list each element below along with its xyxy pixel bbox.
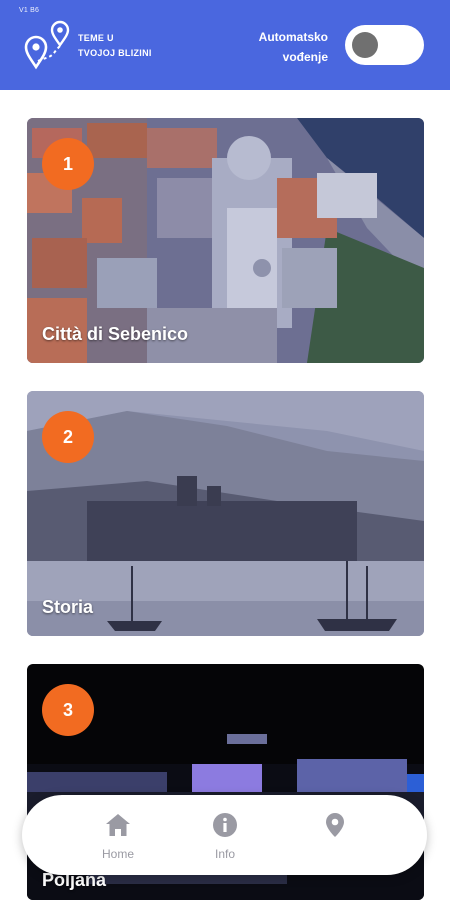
topic-card-2[interactable]: 2 Storia — [27, 391, 424, 636]
topic-number-badge: 1 — [42, 138, 94, 190]
version-label: V1 B6 — [19, 7, 40, 14]
topic-card-1[interactable]: 1 Città di Sebenico — [27, 118, 424, 363]
auto-guide-label: Automatsko vođenje — [258, 30, 328, 64]
nav-info[interactable]: Info — [190, 811, 260, 863]
nav-home-label: Home — [101, 847, 134, 861]
nearby-topics-title: TEME U TVOJOJ BLIZINI — [78, 33, 152, 58]
toggle-knob — [352, 32, 378, 58]
topic-title: Città di Sebenico — [42, 324, 189, 344]
auto-guide-toggle[interactable] — [345, 25, 424, 65]
home-icon — [106, 814, 130, 836]
nav-map[interactable] — [300, 811, 370, 863]
map-pin-icon — [326, 813, 344, 837]
topic-number-badge: 3 — [42, 684, 94, 736]
info-icon — [213, 813, 237, 837]
topic-number-badge: 2 — [42, 411, 94, 463]
app-screen: V1 B6 TEME U TVOJOJ BLIZINI Automatsko v… — [0, 0, 450, 900]
nav-info-label: Info — [214, 847, 235, 861]
nav-home[interactable]: Home — [83, 811, 153, 863]
bottom-navigation: Home Info — [22, 795, 427, 875]
location-pins-icon — [24, 20, 70, 70]
app-header: V1 B6 TEME U TVOJOJ BLIZINI Automatsko v… — [0, 0, 450, 90]
topic-title: Storia — [42, 597, 94, 617]
